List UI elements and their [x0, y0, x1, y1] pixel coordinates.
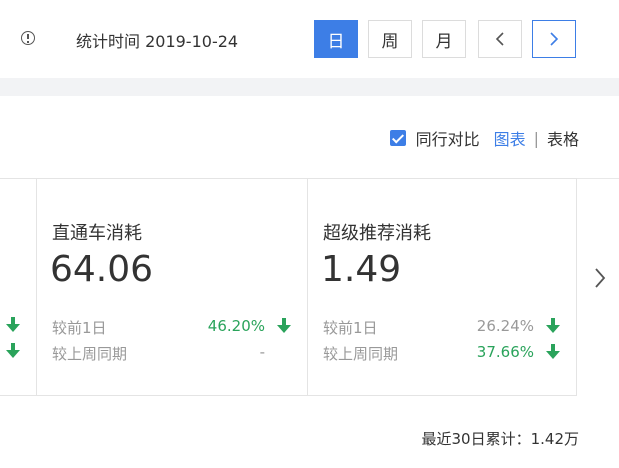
period-week-button[interactable]: 周: [368, 20, 412, 58]
compare-day-label: 较前1日: [323, 319, 378, 337]
arrow-down-icon: [277, 318, 291, 333]
section-divider: [0, 78, 619, 96]
info-circle-icon[interactable]: [21, 31, 35, 45]
metric-card-ztc[interactable]: 直通车消耗 64.06 较前1日 46.20% 较上周同期 -: [36, 178, 308, 396]
chevron-right-icon: [550, 32, 559, 46]
prev-date-button[interactable]: [478, 20, 522, 58]
compare-week-value: -: [259, 343, 265, 361]
peer-compare-checkbox[interactable]: [389, 130, 406, 146]
stat-time-label: 统计时间 2019-10-24: [76, 32, 239, 51]
view-chart-link[interactable]: 图表: [494, 126, 526, 150]
metric-value: 64.06: [50, 249, 154, 290]
compare-toolbar: 同行对比 图表 | 表格: [389, 126, 579, 150]
peer-compare-label[interactable]: 同行对比: [416, 126, 480, 150]
top-toolbar: 统计时间 2019-10-24 日 周 月: [0, 0, 619, 79]
arrow-down-icon: [6, 343, 20, 358]
metric-card-partial[interactable]: [0, 178, 37, 396]
compare-day-value: 46.20%: [207, 317, 265, 335]
carousel-next-icon[interactable]: [592, 266, 608, 290]
metric-title: 超级推荐消耗: [323, 223, 431, 244]
compare-week-label: 较上周同期: [323, 345, 399, 363]
next-date-button[interactable]: [532, 20, 576, 58]
view-separator: |: [533, 128, 539, 148]
arrow-down-icon: [546, 318, 560, 333]
view-table-link[interactable]: 表格: [547, 126, 579, 150]
metric-title: 直通车消耗: [52, 223, 142, 244]
arrow-down-icon: [6, 317, 20, 332]
metric-card-super-recommend[interactable]: 超级推荐消耗 1.49 较前1日 26.24% 较上周同期 37.66%: [307, 178, 577, 396]
compare-day-label: 较前1日: [52, 319, 107, 337]
compare-week-value: 37.66%: [476, 343, 534, 361]
thirty-day-total: 最近30日累计：1.42万: [421, 430, 580, 448]
arrow-down-icon: [546, 344, 560, 359]
compare-week-label: 较上周同期: [52, 345, 128, 363]
chevron-left-icon: [495, 32, 504, 46]
compare-day-value: 26.24%: [476, 317, 534, 335]
period-month-button[interactable]: 月: [422, 20, 466, 58]
metric-value: 1.49: [321, 249, 402, 290]
period-day-button[interactable]: 日: [314, 20, 358, 58]
